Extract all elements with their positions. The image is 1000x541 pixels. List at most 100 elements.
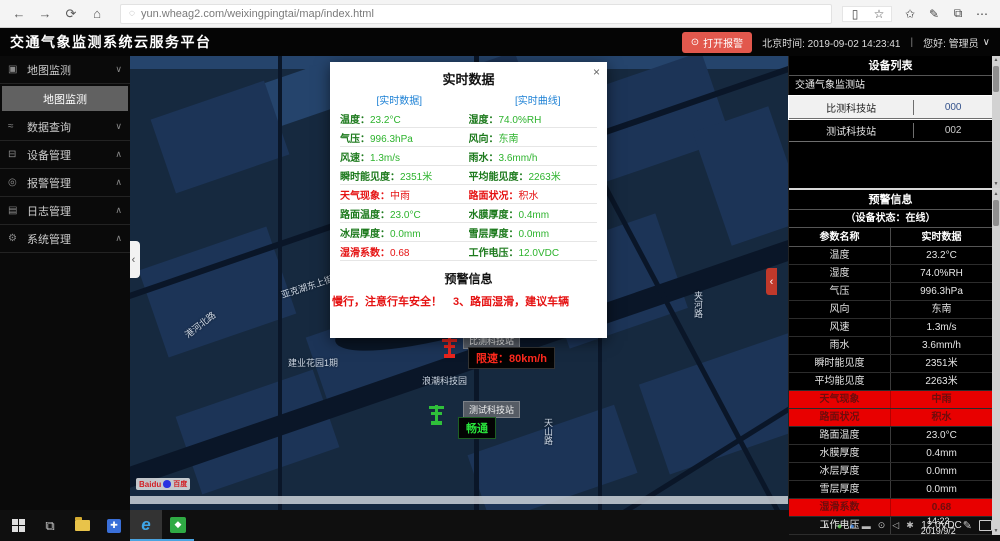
param-name-cell: 湿度 xyxy=(789,265,891,282)
realtime-data-row: 风速：1.3m/s雨水：3.6mm/h xyxy=(340,147,597,166)
warning-table-row: 风向东南 xyxy=(789,301,992,319)
realtime-data-row: 气压：996.3hPa风向：东南 xyxy=(340,128,597,147)
app-header: 交通气象监测系统云服务平台 ⊙ 打开报警 北京时间: 2019-09-02 14… xyxy=(0,28,1000,56)
data-cell: 气压：996.3hPa xyxy=(340,130,469,145)
sidebar-item-map-monitor[interactable]: ▣地图监测∨ xyxy=(0,56,130,84)
panel-collapse-handle[interactable]: ‹ xyxy=(766,268,777,295)
data-cell: 雨水：3.6mm/h xyxy=(469,149,598,164)
warning-table-row: 雪层厚度0.0mm xyxy=(789,481,992,499)
param-value: 1.3m/s xyxy=(370,153,400,164)
alarm-icon: ⊙ xyxy=(691,37,699,48)
reading-view-icon[interactable]: ▯ xyxy=(843,7,867,21)
street-label: 建业花园1期 xyxy=(288,356,338,369)
sidebar-item-alarm-manage[interactable]: ◎报警管理∧ xyxy=(0,169,130,197)
param-value-cell: 0.0mm xyxy=(891,463,992,480)
param-value-cell: 996.3hPa xyxy=(891,283,992,300)
device-group-label: 交通气象监测站 xyxy=(789,76,992,96)
param-label: 雨水： xyxy=(469,153,499,164)
open-alarm-button[interactable]: ⊙ 打开报警 xyxy=(682,32,752,53)
warning-table-row: 风速1.3m/s xyxy=(789,319,992,337)
scrollbar-thumb[interactable] xyxy=(993,200,999,226)
sidebar-item-label: 设备管理 xyxy=(27,147,71,163)
web-note-icon[interactable]: ✎ xyxy=(922,7,946,21)
param-name-cell: 温度 xyxy=(789,247,891,264)
sidebar-item-device-manage[interactable]: ⊟设备管理∧ xyxy=(0,141,130,169)
green-app-button[interactable]: ◆ xyxy=(162,510,194,541)
device-row[interactable]: 比测科技站000 xyxy=(789,96,992,119)
param-value-cell: 1.3m/s xyxy=(891,319,992,336)
param-value-cell: 23.2°C xyxy=(891,247,992,264)
warning-info-scrollbar[interactable]: ▲ ▼ xyxy=(992,190,1000,535)
file-explorer-button[interactable] xyxy=(66,510,98,541)
user-menu[interactable]: 您好: 管理员 ∨ xyxy=(923,35,990,50)
scroll-down-icon[interactable]: ▼ xyxy=(994,180,999,188)
device-rows: 比测科技站000测试科技站002 xyxy=(789,96,992,142)
param-label: 路面状况： xyxy=(469,191,519,202)
station-marker-red[interactable] xyxy=(441,336,459,358)
blue-app-icon: ✚ xyxy=(107,519,121,533)
param-label: 天气现象： xyxy=(340,191,390,202)
folder-icon xyxy=(75,520,90,531)
data-cell: 风速：1.3m/s xyxy=(340,149,469,164)
sidebar-item-system-manage[interactable]: ⚙系统管理∧ xyxy=(0,225,130,253)
close-icon[interactable]: × xyxy=(593,65,600,79)
edge-browser-button[interactable]: e xyxy=(130,510,162,541)
right-panel: 设备列表 交通气象监测站 比测科技站000测试科技站002 ▲ ▼ 预警信息 （… xyxy=(788,56,1000,510)
refresh-icon[interactable]: ⟳ xyxy=(58,6,84,22)
task-view-button[interactable]: ⧉ xyxy=(34,510,66,541)
chevron-down-icon: ∨ xyxy=(115,64,122,75)
windows-logo-icon xyxy=(12,519,25,532)
device-code: 000 xyxy=(914,102,992,113)
share-icon[interactable]: ⧉ xyxy=(946,6,970,21)
home-icon[interactable]: ⌂ xyxy=(84,6,110,21)
warning-rows: 温度23.2°C湿度74.0%RH气压996.3hPa风向东南风速1.3m/s雨… xyxy=(789,247,992,535)
start-button[interactable] xyxy=(2,510,34,541)
device-manage-icon: ⊟ xyxy=(8,149,21,160)
address-bar[interactable]: ◌ yun.wheag2.com/weixingpingtai/map/inde… xyxy=(120,4,832,24)
edge-icon: e xyxy=(141,515,150,535)
scrollbar-thumb[interactable] xyxy=(993,66,999,92)
map-monitor-icon: ▣ xyxy=(8,64,21,75)
link-realtime-curve[interactable]: [实时曲线] xyxy=(469,92,608,107)
chevron-up-icon: ∧ xyxy=(115,233,122,244)
param-name-cell: 雨水 xyxy=(789,337,891,354)
device-row[interactable]: 测试科技站002 xyxy=(789,119,992,142)
sidebar-subitem-active[interactable]: 地图监测 xyxy=(2,86,128,111)
param-name-cell: 风速 xyxy=(789,319,891,336)
device-list-scrollbar[interactable]: ▲ ▼ xyxy=(992,56,1000,188)
param-value: 0.4mm xyxy=(519,210,550,221)
param-value-cell: 3.6mm/h xyxy=(891,337,992,354)
blue-app-button[interactable]: ✚ xyxy=(98,510,130,541)
station-red-speed-limit: 限速：80km/h xyxy=(468,347,555,369)
warning-table-row: 水膜厚度0.4mm xyxy=(789,445,992,463)
sidebar-collapse-handle[interactable]: ‹ xyxy=(130,241,140,278)
scroll-down-icon[interactable]: ▼ xyxy=(994,527,999,535)
warning-table-row: 雨水3.6mm/h xyxy=(789,337,992,355)
map-canvas[interactable]: 比测科技站 限速：80km/h 测试科技站 畅通 ‹ ‹ Baidu 百度 × … xyxy=(130,56,788,510)
device-list-title: 设备列表 xyxy=(789,56,992,76)
scroll-up-icon[interactable]: ▲ xyxy=(994,56,999,64)
station-marker-green[interactable] xyxy=(428,403,446,425)
scroll-up-icon[interactable]: ▲ xyxy=(994,190,999,198)
param-value-cell: 0.4mm xyxy=(891,445,992,462)
chevron-up-icon: ∧ xyxy=(115,177,122,188)
param-label: 湿度： xyxy=(469,115,499,126)
more-icon[interactable]: ⋯ xyxy=(970,7,994,21)
param-name-cell: 冰层厚度 xyxy=(789,463,891,480)
forward-icon[interactable]: → xyxy=(32,6,58,21)
param-label: 瞬时能见度： xyxy=(340,172,400,183)
favorites-star-icon[interactable]: ☆ xyxy=(867,7,891,21)
link-realtime-data[interactable]: [实时数据] xyxy=(330,92,469,107)
sidebar-item-log-manage[interactable]: ▤日志管理∧ xyxy=(0,197,130,225)
param-value: 0.68 xyxy=(390,248,409,259)
warning-info-section: 预警信息 （设备状态：在线） 参数名称 实时数据 温度23.2°C湿度74.0%… xyxy=(789,188,1000,535)
back-icon[interactable]: ← xyxy=(6,6,32,21)
hub-icon[interactable]: ✩ xyxy=(898,7,922,21)
sidebar-item-data-query[interactable]: ≈数据查询∨ xyxy=(0,113,130,141)
warning-table-row: 湿滑系数0.68 xyxy=(789,499,992,517)
param-value: 2263米 xyxy=(529,172,561,183)
chevron-down-icon: ∨ xyxy=(983,37,990,48)
param-label: 风速： xyxy=(340,153,370,164)
realtime-data-dialog: × 实时数据 [实时数据] [实时曲线] 温度：23.2°C湿度：74.0%RH… xyxy=(330,62,607,338)
green-app-icon: ◆ xyxy=(170,517,186,533)
